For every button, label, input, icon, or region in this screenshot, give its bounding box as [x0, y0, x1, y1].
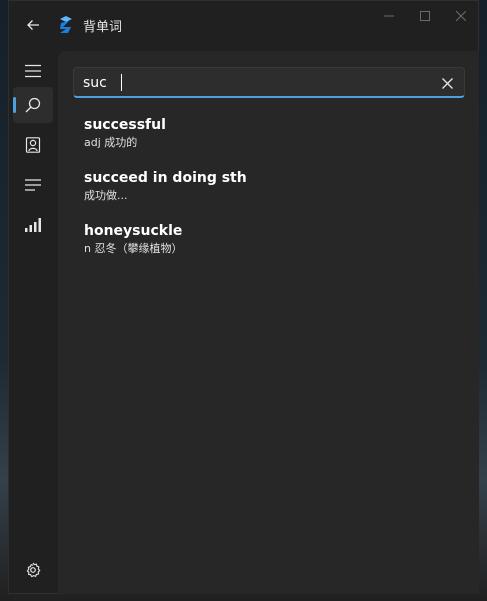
clear-search-button[interactable]	[438, 74, 456, 92]
nav-menu-toggle[interactable]	[13, 53, 53, 89]
search-icon	[25, 97, 41, 113]
clear-icon	[441, 77, 453, 89]
list-icon	[25, 179, 41, 191]
maximize-button[interactable]	[407, 1, 443, 31]
result-definition: adj 成功的	[84, 136, 138, 149]
result-item[interactable]: honeysuckle n 忍冬（攀缘植物）	[84, 223, 464, 276]
nav-rail	[9, 49, 57, 595]
maximize-icon	[420, 11, 430, 21]
gear-icon	[26, 562, 41, 578]
app-window: 背单词 suc successful adj 成功的 succeed in do…	[8, 0, 479, 594]
app-title: 背单词	[83, 20, 123, 35]
close-window-button[interactable]	[443, 1, 479, 31]
text-caret	[121, 74, 122, 91]
result-word: successful	[84, 117, 166, 133]
result-item[interactable]: succeed in doing sth 成功做...	[84, 170, 464, 223]
selection-indicator	[13, 97, 16, 113]
result-definition: 成功做...	[84, 189, 128, 202]
nav-item-wordbook[interactable]	[13, 127, 53, 163]
content-pane: successful adj 成功的 succeed in doing sth …	[58, 51, 479, 594]
search-input[interactable]	[83, 73, 423, 93]
title-bar: 背单词	[9, 1, 478, 49]
close-icon	[456, 11, 466, 21]
back-arrow-icon	[27, 20, 39, 30]
result-definition: n 忍冬（攀缘植物）	[84, 242, 183, 255]
result-word: succeed in doing sth	[84, 170, 247, 186]
signal-bars-icon	[25, 218, 41, 232]
nav-item-search[interactable]	[13, 87, 53, 123]
nav-item-list[interactable]	[13, 167, 53, 203]
minimize-icon	[384, 15, 394, 17]
nav-item-settings[interactable]	[13, 552, 53, 588]
result-word: honeysuckle	[84, 223, 183, 239]
minimize-button[interactable]	[371, 1, 407, 31]
back-button[interactable]	[21, 13, 45, 37]
search-box	[73, 67, 465, 98]
app-logo-icon	[60, 16, 72, 33]
search-results: successful adj 成功的 succeed in doing sth …	[84, 117, 464, 276]
hamburger-menu-icon	[25, 64, 41, 78]
contact-card-icon	[25, 137, 41, 153]
result-item[interactable]: successful adj 成功的	[84, 117, 464, 170]
nav-item-stats[interactable]	[13, 207, 53, 243]
